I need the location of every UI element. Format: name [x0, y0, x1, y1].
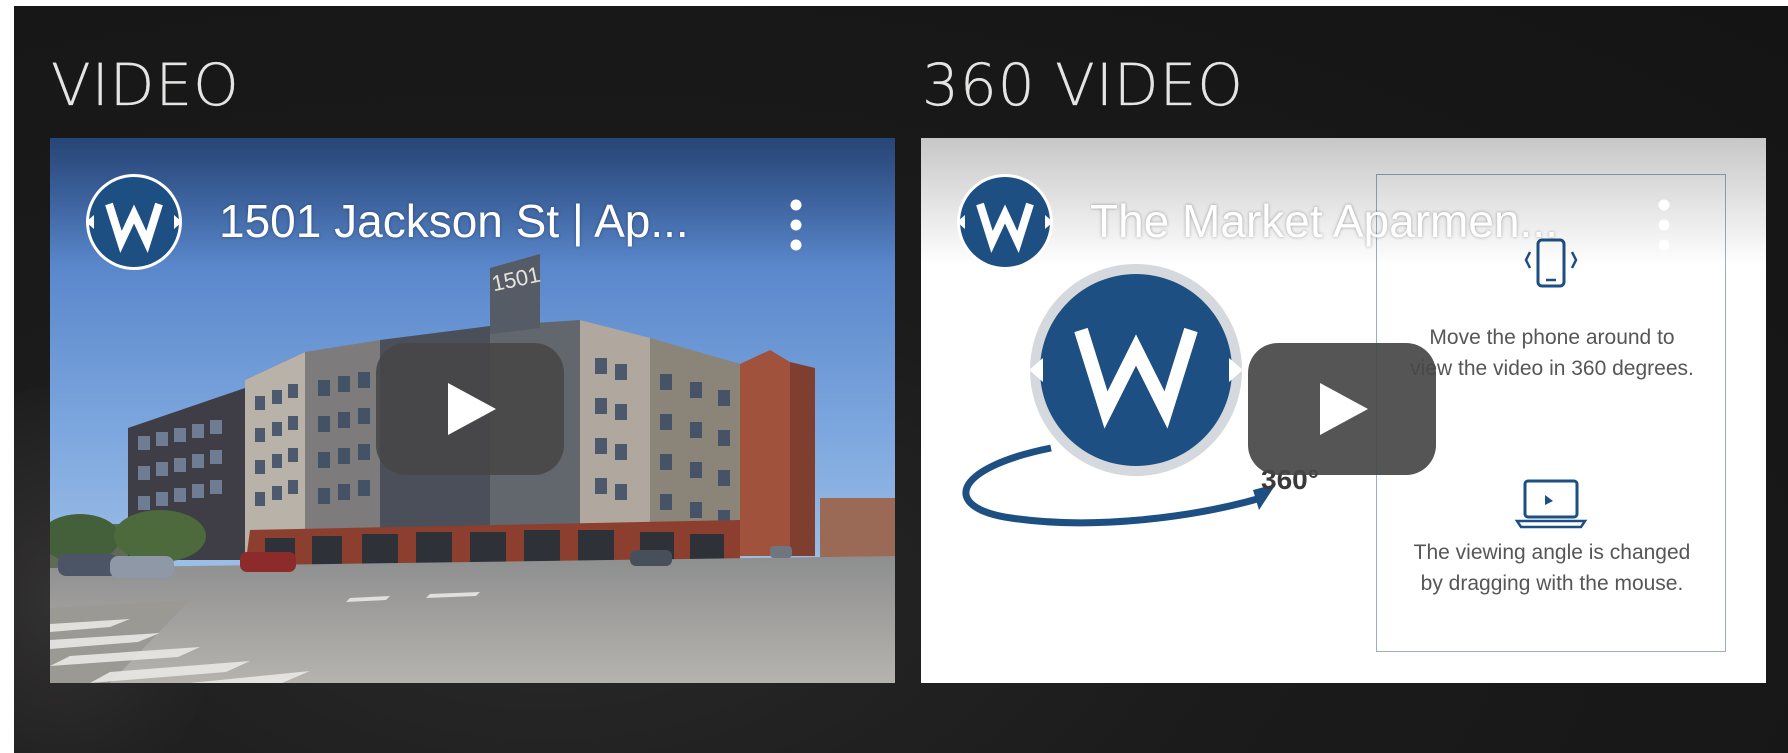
video-360-section-heading: 360 VIDEO [922, 51, 1244, 119]
laptop-icon [1514, 479, 1588, 529]
video-title[interactable]: The Market Aparmen... [1090, 192, 1580, 250]
video-gallery: VIDEO 360 VIDEO 1501 1501 Jackson St | A… [14, 6, 1788, 753]
video-player-jackson[interactable]: 1501 1501 Jackson St | Ap... [50, 138, 895, 683]
phone-guide-text: Move the phone around to view the video … [1410, 326, 1694, 380]
play-button-icon[interactable] [376, 343, 564, 475]
w-logo-icon[interactable] [82, 170, 186, 274]
w-logo-icon[interactable] [953, 170, 1057, 274]
more-vert-icon[interactable] [786, 198, 806, 252]
video-section-heading: VIDEO [51, 51, 240, 119]
play-button-icon[interactable] [1248, 343, 1436, 475]
video-player-360-market[interactable]: 360° Move the phone around to view the v… [921, 138, 1766, 683]
mouse-guide-text: The viewing angle is changed by dragging… [1413, 541, 1691, 595]
more-vert-icon[interactable] [1654, 198, 1674, 252]
video-title[interactable]: 1501 Jackson St | Ap... [219, 192, 739, 250]
